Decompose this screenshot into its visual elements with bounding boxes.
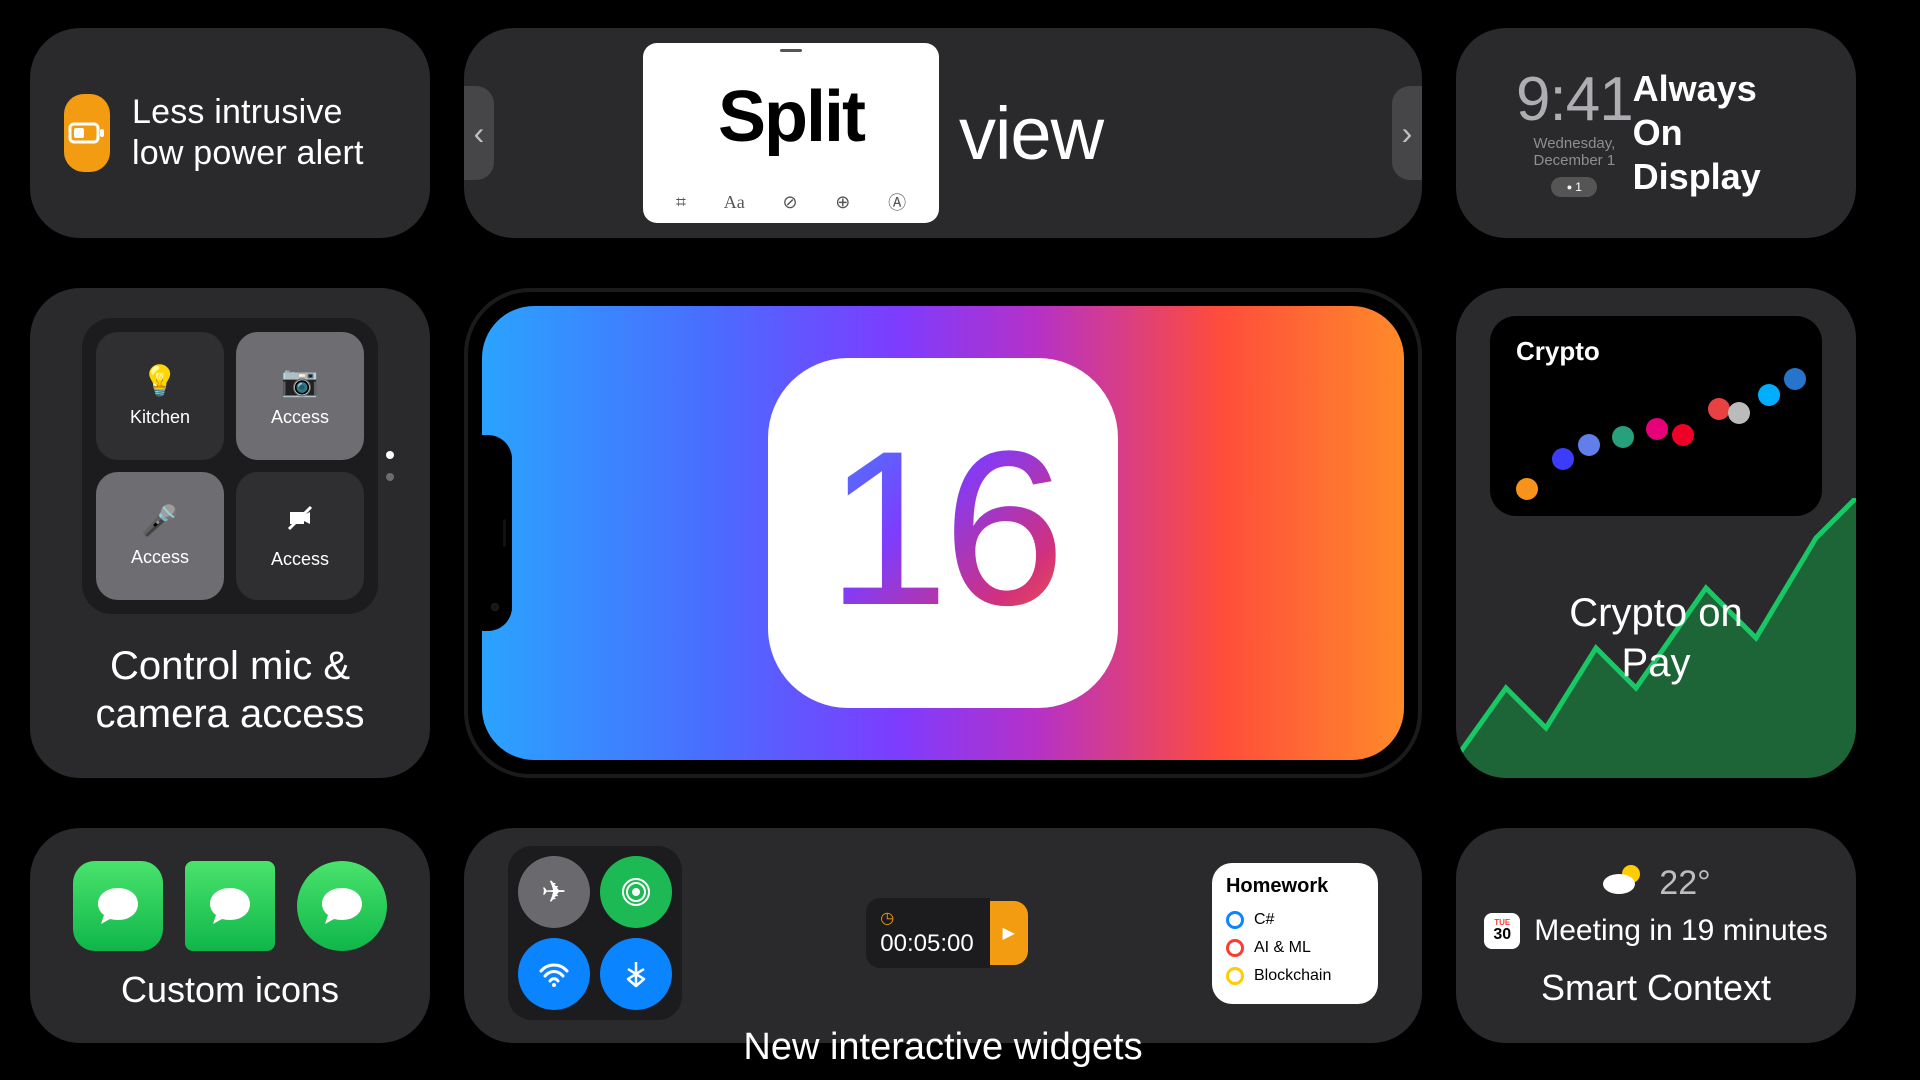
grid-icon[interactable]: ⌗: [676, 192, 686, 213]
reminder-item[interactable]: Blockchain: [1226, 962, 1364, 990]
carousel-prev[interactable]: ‹: [464, 86, 494, 180]
mic-icon: 🎤: [141, 504, 178, 539]
bluetooth-toggle[interactable]: [600, 938, 672, 1010]
iphone-frame: 16: [464, 288, 1422, 778]
cc-mic-access[interactable]: 🎤Access: [96, 472, 224, 600]
calendar-icon: TUE 30: [1484, 913, 1520, 949]
bulb-icon: 💡: [141, 364, 178, 399]
low-power-title: Less intrusive low power alert: [132, 92, 396, 175]
context-caption: Smart Context: [1541, 967, 1771, 1009]
pages-app-window: Split ⌗ Aa ⊘ ⊕ Ⓐ: [643, 43, 939, 223]
split-word-outside: view: [959, 91, 1103, 176]
control-center-grid: 💡Kitchen 📷Access 🎤Access Access: [82, 318, 378, 614]
notch: [482, 435, 512, 631]
page-dots[interactable]: [386, 451, 394, 481]
pages-toolbar: ⌗ Aa ⊘ ⊕ Ⓐ: [643, 185, 939, 223]
ring-icon: [1226, 939, 1244, 957]
wifi-toggle[interactable]: [518, 938, 590, 1010]
plus-icon[interactable]: ⊕: [835, 192, 850, 213]
messages-icon-square[interactable]: [185, 861, 275, 951]
widgets-caption: New interactive widgets: [508, 1026, 1378, 1069]
timer-play-button[interactable]: ▶: [990, 901, 1028, 965]
meeting-text: Meeting in 19 minutes: [1534, 914, 1828, 948]
video-off-icon: [285, 503, 315, 541]
draw-icon[interactable]: Ⓐ: [888, 189, 906, 215]
reminder-item[interactable]: AI & ML: [1226, 934, 1364, 962]
meeting-row: TUE 30 Meeting in 19 minutes: [1484, 913, 1828, 949]
crypto-widget-header: Crypto: [1512, 336, 1800, 367]
lock-date: Wednesday, December 1: [1516, 135, 1633, 169]
reminders-widget[interactable]: Homework C# AI & ML Blockchain: [1212, 863, 1378, 1004]
tile-smart-context: 22° TUE 30 Meeting in 19 minutes Smart C…: [1456, 828, 1856, 1043]
tile-low-power: Less intrusive low power alert: [30, 28, 430, 238]
weather-icon: [1601, 862, 1645, 905]
reminders-title: Homework: [1226, 875, 1364, 898]
mic-camera-title: Control mic & camera access: [68, 642, 392, 738]
tile-split-view: ‹ › Split ⌗ Aa ⊘ ⊕ Ⓐ view: [464, 28, 1422, 238]
ring-icon: [1226, 911, 1244, 929]
battery-low-icon: [64, 94, 110, 172]
tile-widgets: ✈ ◷ 00:05:00 ▶ Homework C# AI & ML Block…: [464, 828, 1422, 1043]
notification-pill[interactable]: ●1: [1551, 177, 1597, 197]
tile-crypto: Crypto Crypto on Pay: [1456, 288, 1856, 778]
cc-camera-access[interactable]: 📷Access: [236, 332, 364, 460]
cellular-toggle[interactable]: [600, 856, 672, 928]
messages-icon-rounded[interactable]: [73, 861, 163, 951]
window-grabber[interactable]: [780, 49, 802, 52]
crypto-coins: [1512, 372, 1800, 502]
reminder-item[interactable]: C#: [1226, 906, 1364, 934]
timer-value: 00:05:00: [880, 930, 973, 958]
clock-icon: ◷: [880, 908, 973, 928]
weather-row: 22°: [1601, 862, 1710, 905]
iphone-screen: 16: [482, 306, 1404, 760]
temperature: 22°: [1659, 864, 1710, 903]
connectivity-widget[interactable]: ✈: [508, 846, 682, 1020]
carousel-next[interactable]: ›: [1392, 86, 1422, 180]
check-icon[interactable]: ⊘: [782, 192, 797, 213]
tile-aod: 9:41 Wednesday, December 1 ●1 Always On …: [1456, 28, 1856, 238]
crypto-title: Crypto on Pay: [1456, 588, 1856, 688]
icon-variants: [73, 861, 387, 951]
ios-version-badge: 16: [768, 358, 1118, 708]
messages-icon-circle[interactable]: [297, 861, 387, 951]
split-word-inside: Split: [718, 76, 864, 158]
font-icon[interactable]: Aa: [724, 192, 745, 213]
lock-clock: 9:41 Wednesday, December 1 ●1: [1516, 69, 1633, 197]
airplane-toggle[interactable]: ✈: [518, 856, 590, 928]
crypto-widget[interactable]: Crypto: [1490, 316, 1822, 516]
cc-video-access[interactable]: Access: [236, 472, 364, 600]
tile-custom-icons: Custom icons: [30, 828, 430, 1043]
custom-icons-label: Custom icons: [121, 969, 339, 1011]
tile-mic-camera: 💡Kitchen 📷Access 🎤Access Access Control …: [30, 288, 430, 778]
timer-widget[interactable]: ◷ 00:05:00 ▶: [866, 898, 1027, 968]
aod-label: Always On Display: [1633, 67, 1812, 199]
camera-icon: 📷: [281, 364, 318, 399]
cc-kitchen-light[interactable]: 💡Kitchen: [96, 332, 224, 460]
ring-icon: [1226, 967, 1244, 985]
lock-time: 9:41: [1516, 69, 1633, 131]
